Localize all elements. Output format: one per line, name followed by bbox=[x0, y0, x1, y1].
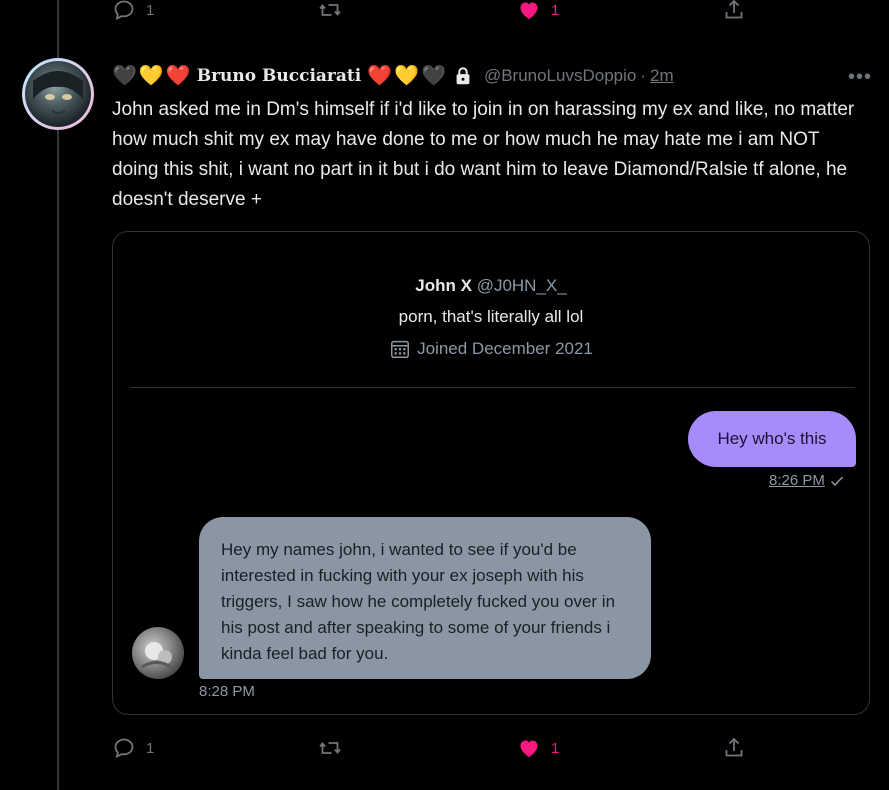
received-message-time: 8:28 PM bbox=[199, 683, 255, 700]
like-count: 1 bbox=[551, 1, 560, 19]
dm-profile-name: John X bbox=[415, 276, 472, 295]
reply-icon bbox=[114, 738, 134, 759]
more-icon[interactable]: ••• bbox=[848, 66, 872, 89]
tweet-text: John asked me in Dm's himself if i'd lik… bbox=[112, 99, 855, 210]
avatar-image bbox=[25, 61, 91, 127]
tweet-action-bar: 1 1 bbox=[112, 732, 752, 764]
retweet-button[interactable] bbox=[318, 0, 342, 22]
like-button[interactable]: 1 bbox=[517, 0, 559, 22]
like-button[interactable]: 1 bbox=[517, 736, 559, 760]
sent-message-bubble: Hey who's this bbox=[688, 411, 856, 467]
top-action-bar: 1 1 bbox=[112, 0, 752, 26]
heart-emoji: 🖤 bbox=[421, 65, 446, 87]
retweet-icon bbox=[319, 4, 341, 16]
received-message-bubble: Hey my names john, i wanted to see if yo… bbox=[199, 517, 651, 679]
author-avatar[interactable] bbox=[22, 58, 94, 130]
share-icon bbox=[725, 0, 743, 19]
sent-message-time: 8:26 PM bbox=[769, 472, 845, 489]
reply-button[interactable]: 1 bbox=[112, 736, 154, 760]
heart-emoji: 💛 bbox=[394, 65, 420, 87]
checkmark-icon bbox=[830, 475, 843, 486]
dm-divider bbox=[130, 387, 855, 388]
author-display-name[interactable]: Bruno Bucciarati bbox=[197, 66, 362, 86]
like-icon bbox=[520, 740, 538, 757]
share-button[interactable] bbox=[722, 0, 746, 22]
calendar-icon bbox=[391, 340, 410, 358]
share-icon bbox=[725, 737, 743, 757]
separator-dot: · bbox=[640, 66, 647, 85]
retweet-icon bbox=[319, 742, 341, 754]
share-button[interactable] bbox=[722, 736, 746, 760]
joined-label: Joined December 2021 bbox=[417, 339, 593, 358]
sender-avatar bbox=[132, 627, 184, 679]
heart-emoji: ❤️ bbox=[367, 65, 393, 87]
dm-profile-bio: porn, that's literally all lol bbox=[398, 307, 584, 326]
reply-icon bbox=[114, 0, 134, 21]
reply-button[interactable]: 1 bbox=[112, 0, 154, 22]
heart-emoji: ❤️ bbox=[165, 65, 191, 87]
reply-count: 1 bbox=[146, 739, 155, 757]
dm-profile-joined: Joined December 2021 bbox=[112, 338, 870, 360]
like-count: 1 bbox=[551, 739, 560, 757]
author-handle[interactable]: @BrunoLuvsDoppio bbox=[484, 66, 636, 86]
tweet-header: 🖤 💛 ❤️ Bruno Bucciarati ❤️ 💛 🖤 @BrunoLuv… bbox=[112, 62, 872, 90]
dm-profile-handle: @J0HN_X_ bbox=[476, 276, 567, 295]
heart-emoji: 💛 bbox=[138, 65, 164, 87]
reply-count: 1 bbox=[146, 1, 155, 19]
like-icon bbox=[520, 2, 538, 19]
sent-time-label: 8:26 PM bbox=[769, 472, 825, 489]
heart-emoji: 🖤 bbox=[112, 65, 137, 87]
lock-icon bbox=[452, 65, 474, 87]
tweet-timestamp[interactable]: 2m bbox=[650, 66, 674, 86]
retweet-button[interactable] bbox=[318, 736, 342, 760]
dm-profile-name-row: John X @J0HN_X_ bbox=[112, 276, 870, 296]
